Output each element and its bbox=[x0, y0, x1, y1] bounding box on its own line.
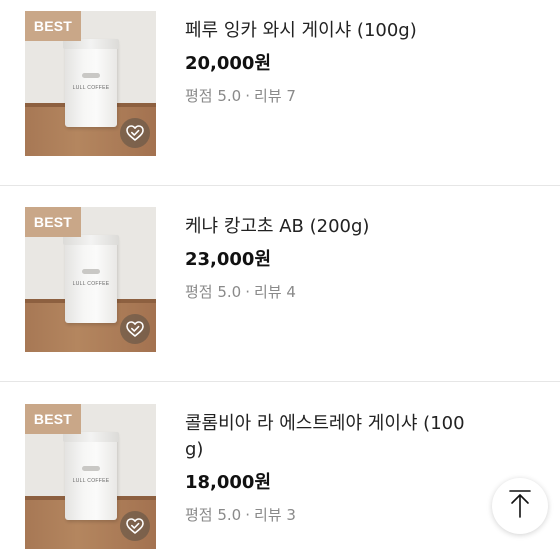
coffee-bag-image: LULL COFFEE bbox=[63, 432, 119, 520]
heart-check-icon bbox=[126, 125, 144, 141]
product-thumbnail[interactable]: LULL COFFEE BEST bbox=[25, 404, 156, 549]
product-info: 콜롬비아 라 에스트레야 게이샤 (10​0g) 18,000원 평점 5.0 ·… bbox=[185, 411, 485, 526]
wishlist-button[interactable] bbox=[120, 118, 150, 148]
product-item[interactable]: LULL COFFEE BEST 케냐 캉고초 AB (200g) 23,000… bbox=[0, 156, 560, 352]
product-price: 18,000원 bbox=[185, 472, 272, 493]
heart-check-icon bbox=[126, 518, 144, 534]
product-price: 23,000원 bbox=[185, 249, 272, 270]
wishlist-button[interactable] bbox=[120, 314, 150, 344]
product-item[interactable]: LULL COFFEE BEST 페루 잉카 와시 게이샤 (100g) 20,… bbox=[0, 0, 560, 156]
product-meta: 평점 5.0 · 리뷰 4 bbox=[185, 281, 485, 303]
product-info: 케냐 캉고초 AB (200g) 23,000원 평점 5.0 · 리뷰 4 bbox=[185, 214, 485, 303]
review-count: 리뷰 3 bbox=[254, 506, 296, 524]
rating-label: 평점 5.0 bbox=[185, 87, 242, 105]
bag-brand-label: LULL COFFEE bbox=[72, 281, 110, 287]
coffee-bag-image: LULL COFFEE bbox=[63, 39, 119, 127]
rating-label: 평점 5.0 bbox=[185, 506, 242, 524]
best-badge: BEST bbox=[25, 404, 81, 434]
bag-brand-label: LULL COFFEE bbox=[72, 478, 110, 484]
product-meta: 평점 5.0 · 리뷰 7 bbox=[185, 85, 485, 107]
review-count: 리뷰 7 bbox=[254, 87, 296, 105]
meta-separator: · bbox=[245, 283, 251, 301]
product-thumbnail[interactable]: LULL COFFEE BEST bbox=[25, 11, 156, 156]
review-count: 리뷰 4 bbox=[254, 283, 296, 301]
rating-label: 평점 5.0 bbox=[185, 283, 242, 301]
bag-logo-mark bbox=[82, 466, 100, 471]
product-meta: 평점 5.0 · 리뷰 3 bbox=[185, 504, 485, 526]
bag-logo-mark bbox=[82, 269, 100, 274]
best-badge: BEST bbox=[25, 207, 81, 237]
product-info: 페루 잉카 와시 게이샤 (100g) 20,000원 평점 5.0 · 리뷰 7 bbox=[185, 18, 485, 107]
meta-separator: · bbox=[245, 87, 251, 105]
arrow-up-icon bbox=[508, 489, 532, 523]
product-item[interactable]: LULL COFFEE BEST 콜롬비아 라 에스트레야 게이샤 (10​0g… bbox=[0, 353, 560, 549]
heart-check-icon bbox=[126, 321, 144, 337]
product-name[interactable]: 콜롬비아 라 에스트레야 게이샤 (10​0g) bbox=[185, 411, 477, 463]
bag-brand-label: LULL COFFEE bbox=[72, 85, 110, 91]
product-price: 20,000원 bbox=[185, 53, 272, 74]
wishlist-button[interactable] bbox=[120, 511, 150, 541]
product-thumbnail[interactable]: LULL COFFEE BEST bbox=[25, 207, 156, 352]
product-name[interactable]: 케냐 캉고초 AB (200g) bbox=[185, 214, 477, 240]
coffee-bag-image: LULL COFFEE bbox=[63, 235, 119, 323]
bag-logo-mark bbox=[82, 73, 100, 78]
product-list: LULL COFFEE BEST 페루 잉카 와시 게이샤 (100g) 20,… bbox=[0, 0, 560, 560]
product-name[interactable]: 페루 잉카 와시 게이샤 (100g) bbox=[185, 18, 477, 44]
scroll-to-top-button[interactable] bbox=[492, 478, 548, 534]
meta-separator: · bbox=[245, 506, 251, 524]
best-badge: BEST bbox=[25, 11, 81, 41]
